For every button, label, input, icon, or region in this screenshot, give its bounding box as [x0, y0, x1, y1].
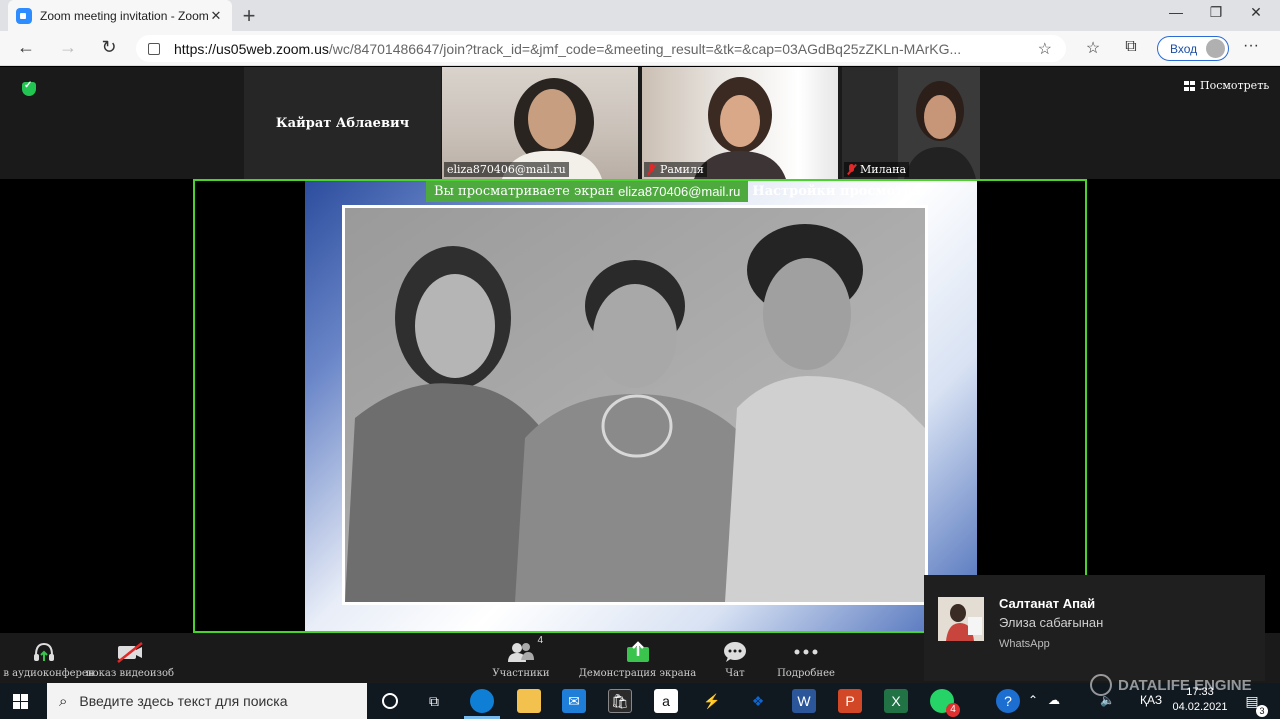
- share-status: Вы просматриваете экран eliza870406@mail.…: [426, 181, 749, 202]
- taskbar-search[interactable]: ⌕ Введите здесь текст для поиска: [47, 683, 367, 719]
- participants-button[interactable]: 4 Участники: [488, 633, 554, 683]
- file-explorer-icon[interactable]: [517, 689, 541, 713]
- dropbox-icon[interactable]: ❖: [746, 689, 770, 713]
- chat-icon: [722, 639, 748, 665]
- search-placeholder: Введите здесь текст для поиска: [79, 693, 288, 709]
- excel-icon[interactable]: X: [884, 689, 908, 713]
- share-banner: Вы просматриваете экран eliza870406@mail.…: [426, 181, 925, 202]
- more-menu-icon[interactable]: ···: [1243, 37, 1259, 55]
- tab-title: Zoom meeting invitation - Zoom: [40, 8, 208, 23]
- task-view-icon[interactable]: ⧉: [422, 689, 446, 713]
- favorites-icon[interactable]: ☆: [1082, 38, 1104, 58]
- chat-button[interactable]: Чат: [715, 633, 755, 683]
- participant-strip: Кайрат Аблаевич eliza870406@mail.ru Рами…: [0, 67, 1280, 179]
- address-bar[interactable]: https://us05web.zoom.us/wc/84701486647/j…: [136, 35, 1066, 62]
- family-photo-image: [345, 208, 925, 602]
- notification-app: WhatsApp: [999, 638, 1050, 650]
- signin-button[interactable]: Вход: [1157, 36, 1229, 61]
- view-button[interactable]: Посмотреть: [1184, 79, 1269, 92]
- avatar: [1206, 39, 1225, 58]
- video-off-icon: [115, 639, 145, 665]
- favorite-star-icon[interactable]: ☆: [1038, 39, 1052, 59]
- headphones-icon: [32, 639, 56, 665]
- notification-title: Салтанат Апай: [999, 596, 1096, 611]
- notification-message: Элиза сабағынан: [999, 615, 1104, 630]
- reload-button[interactable]: ↻: [97, 37, 121, 58]
- back-button[interactable]: ←: [14, 37, 38, 58]
- help-icon[interactable]: ?: [996, 689, 1020, 713]
- lock-icon[interactable]: [148, 42, 160, 55]
- windows-start-icon[interactable]: [13, 694, 28, 709]
- app-icon[interactable]: ⚡: [700, 689, 724, 713]
- new-tab-button[interactable]: +: [238, 3, 260, 29]
- word-icon[interactable]: W: [792, 689, 816, 713]
- maximize-button[interactable]: ❐: [1196, 4, 1236, 21]
- clock-date: 04.02.2021: [1172, 701, 1228, 713]
- more-dots-icon: [792, 639, 820, 665]
- participant-tile-3[interactable]: Милана: [842, 67, 980, 179]
- onedrive-icon[interactable]: ☁: [1048, 693, 1060, 707]
- whatsapp-notification[interactable]: Салтанат Апай Элиза сабағынан WhatsApp: [924, 575, 1265, 681]
- tray-chevron-icon[interactable]: ⌃: [1028, 693, 1038, 707]
- edge-icon[interactable]: [470, 689, 494, 713]
- participant-tile-1[interactable]: eliza870406@mail.ru: [442, 67, 638, 179]
- participants-count: 4: [537, 635, 543, 646]
- participant-label-3: Милана: [844, 162, 910, 177]
- close-window-button[interactable]: ✕: [1236, 4, 1276, 21]
- contact-thumbnail: [938, 597, 984, 641]
- notification-count: 3: [1256, 705, 1268, 717]
- tab-close-icon[interactable]: ✕: [208, 8, 224, 24]
- browser-tab-strip: Zoom meeting invitation - Zoom ✕ + — ❐ ✕: [0, 0, 1280, 31]
- whatsapp-badge: 4: [946, 703, 960, 717]
- collections-icon[interactable]: ⧉: [1120, 38, 1142, 56]
- participant-label-2: Рамиля: [644, 162, 707, 177]
- start-video-button[interactable]: показ видеоизоб: [86, 633, 174, 683]
- mic-muted-icon: [647, 164, 656, 175]
- cortana-icon[interactable]: [378, 689, 402, 713]
- signin-label: Вход: [1170, 41, 1198, 56]
- security-shield-icon[interactable]: [22, 80, 36, 96]
- watermark: DATALIFE ENGINE: [1090, 674, 1252, 696]
- windows-taskbar: ⌕ Введите здесь текст для поиска ⧉ ✉ 🛍 a…: [0, 683, 1280, 719]
- screen-share-view: Вы просматриваете экран eliza870406@mail.…: [193, 179, 1087, 633]
- amazon-icon[interactable]: a: [654, 689, 678, 713]
- watermark-logo-icon: [1090, 674, 1112, 696]
- forward-button[interactable]: →: [56, 37, 80, 58]
- shared-slide: [305, 181, 977, 631]
- minimize-button[interactable]: —: [1156, 4, 1196, 20]
- participants-icon: 4: [507, 635, 543, 665]
- mic-muted-icon: [847, 164, 856, 175]
- view-options-menu[interactable]: Настройки просмотра: [748, 181, 924, 202]
- participant-tile-2[interactable]: Рамиля: [642, 67, 838, 179]
- browser-tab[interactable]: Zoom meeting invitation - Zoom ✕: [8, 0, 232, 31]
- participant-tile-host[interactable]: Кайрат Аблаевич: [244, 67, 441, 179]
- join-audio-button[interactable]: и в аудиоконферен: [0, 633, 95, 683]
- url-path: /wc/84701486647/join?track_id=&jmf_code=…: [328, 40, 962, 57]
- grid-view-icon: [1184, 80, 1195, 91]
- share-screen-button[interactable]: Демонстрация экрана: [579, 633, 696, 683]
- search-icon: ⌕: [59, 692, 68, 710]
- zoom-meeting-area: Кайрат Аблаевич eliza870406@mail.ru Рами…: [0, 67, 1280, 633]
- url-host: https://us05web.zoom.us: [174, 40, 329, 57]
- mail-icon[interactable]: ✉: [562, 689, 586, 713]
- family-photo: [342, 205, 928, 605]
- view-button-label: Посмотреть: [1200, 79, 1270, 92]
- share-screen-icon: [625, 639, 651, 665]
- store-icon[interactable]: 🛍: [608, 689, 632, 713]
- more-button[interactable]: Подробнее: [774, 633, 838, 683]
- participant-label-1: eliza870406@mail.ru: [444, 162, 569, 177]
- powerpoint-icon[interactable]: P: [838, 689, 862, 713]
- address-row: ← → ↻ https://us05web.zoom.us/wc/8470148…: [0, 31, 1280, 66]
- host-name: Кайрат Аблаевич: [275, 115, 410, 131]
- whatsapp-icon[interactable]: 4: [930, 689, 960, 717]
- zoom-favicon-icon: [16, 7, 32, 24]
